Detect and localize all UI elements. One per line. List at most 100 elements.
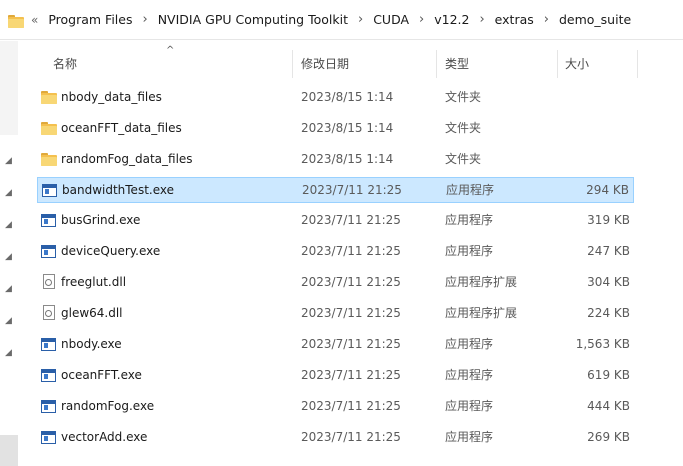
file-name: randomFog_data_files: [61, 152, 193, 166]
file-name: freeglut.dll: [61, 275, 127, 289]
file-type: 应用程序扩展: [445, 275, 518, 289]
exe-icon: [41, 243, 57, 259]
file-type: 应用程序: [445, 244, 494, 258]
file-date: 2023/7/11 21:25: [301, 430, 401, 444]
pin-icon[interactable]: ◢: [5, 157, 14, 166]
file-size: 444 KB: [587, 399, 630, 413]
file-date: 2023/8/15 1:14: [301, 121, 394, 135]
navigation-pane[interactable]: ◢ ◢ ◢ ◢ ◢ ◢ ◢: [0, 41, 18, 466]
exe-icon: [41, 367, 57, 383]
pin-icon[interactable]: ◢: [5, 189, 14, 198]
pin-icon[interactable]: ◢: [5, 285, 14, 294]
exe-icon: [41, 398, 57, 414]
file-type: 应用程序: [445, 368, 494, 382]
column-divider[interactable]: [436, 50, 437, 78]
folder-icon: [41, 89, 57, 105]
file-type: 应用程序: [446, 183, 495, 197]
exe-icon: [42, 182, 58, 198]
pin-icon[interactable]: ◢: [5, 253, 14, 262]
file-date: 2023/7/11 21:25: [301, 399, 401, 413]
file-size: 224 KB: [587, 306, 630, 320]
sort-ascending-icon: ^: [166, 45, 175, 56]
file-size: 619 KB: [587, 368, 630, 382]
file-type: 应用程序: [445, 399, 494, 413]
file-row[interactable]: randomFog_data_files 2023/8/15 1:14 文件夹: [37, 147, 634, 171]
exe-icon: [41, 212, 57, 228]
column-header-size[interactable]: 大小: [565, 50, 589, 76]
file-row[interactable]: deviceQuery.exe 2023/7/11 21:25 应用程序 247…: [37, 239, 634, 263]
folder-icon: [8, 13, 24, 28]
file-name: busGrind.exe: [61, 213, 141, 227]
file-row-selected[interactable]: bandwidthTest.exe 2023/7/11 21:25 应用程序 2…: [37, 177, 634, 203]
breadcrumb-item-demo-suite[interactable]: demo_suite: [559, 12, 631, 27]
file-type: 应用程序: [445, 430, 494, 444]
chevron-right-icon[interactable]: ›: [419, 12, 424, 27]
file-name: nbody_data_files: [61, 90, 162, 104]
file-size: 269 KB: [587, 430, 630, 444]
breadcrumb-item-v12-2[interactable]: v12.2: [434, 12, 469, 27]
breadcrumb-item-program-files[interactable]: Program Files: [48, 12, 132, 27]
file-size: 1,563 KB: [575, 337, 630, 351]
pin-icon[interactable]: ◢: [5, 221, 14, 230]
breadcrumb-overflow-button[interactable]: «: [31, 13, 38, 27]
file-date: 2023/7/11 21:25: [301, 368, 401, 382]
file-type: 文件夹: [445, 90, 482, 104]
pin-icon[interactable]: ◢: [5, 317, 14, 326]
column-header-name[interactable]: 名称: [53, 50, 77, 76]
file-date: 2023/7/11 21:25: [301, 275, 401, 289]
file-size: 247 KB: [587, 244, 630, 258]
file-row[interactable]: oceanFFT.exe 2023/7/11 21:25 应用程序 619 KB: [37, 363, 634, 387]
folder-icon: [41, 120, 57, 136]
file-row[interactable]: nbody_data_files 2023/8/15 1:14 文件夹: [37, 85, 634, 109]
pin-icon[interactable]: ◢: [5, 349, 14, 358]
column-divider[interactable]: [292, 50, 293, 78]
file-type: 文件夹: [445, 121, 482, 135]
file-type: 应用程序: [445, 337, 494, 351]
file-date: 2023/8/15 1:14: [301, 152, 394, 166]
file-row[interactable]: glew64.dll 2023/7/11 21:25 应用程序扩展 224 KB: [37, 301, 634, 325]
file-name: glew64.dll: [61, 306, 123, 320]
file-row[interactable]: busGrind.exe 2023/7/11 21:25 应用程序 319 KB: [37, 208, 634, 232]
breadcrumb-item-extras[interactable]: extras: [495, 12, 534, 27]
file-date: 2023/7/11 21:25: [302, 183, 402, 197]
file-type: 应用程序扩展: [445, 306, 518, 320]
breadcrumb-item-cuda[interactable]: CUDA: [373, 12, 409, 27]
file-date: 2023/8/15 1:14: [301, 90, 394, 104]
file-date: 2023/7/11 21:25: [301, 306, 401, 320]
chevron-right-icon[interactable]: ›: [143, 12, 148, 27]
file-type: 文件夹: [445, 152, 482, 166]
dll-icon: [41, 274, 57, 290]
file-row[interactable]: randomFog.exe 2023/7/11 21:25 应用程序 444 K…: [37, 394, 634, 418]
file-name: oceanFFT.exe: [61, 368, 142, 382]
file-name: bandwidthTest.exe: [62, 183, 175, 197]
chevron-right-icon[interactable]: ›: [479, 12, 484, 27]
file-name: vectorAdd.exe: [61, 430, 148, 444]
exe-icon: [41, 429, 57, 445]
chevron-right-icon[interactable]: ›: [544, 12, 549, 27]
navigation-pane-scroll[interactable]: [0, 435, 18, 466]
file-row[interactable]: vectorAdd.exe 2023/7/11 21:25 应用程序 269 K…: [37, 425, 634, 449]
file-row[interactable]: freeglut.dll 2023/7/11 21:25 应用程序扩展 304 …: [37, 270, 634, 294]
file-size: 294 KB: [586, 183, 629, 197]
file-name: deviceQuery.exe: [61, 244, 161, 258]
file-type: 应用程序: [445, 213, 494, 227]
chevron-right-icon[interactable]: ›: [358, 12, 363, 27]
column-divider[interactable]: [637, 50, 638, 78]
file-row[interactable]: nbody.exe 2023/7/11 21:25 应用程序 1,563 KB: [37, 332, 634, 356]
exe-icon: [41, 336, 57, 352]
file-name: oceanFFT_data_files: [61, 121, 182, 135]
file-size: 304 KB: [587, 275, 630, 289]
file-date: 2023/7/11 21:25: [301, 337, 401, 351]
column-header-type[interactable]: 类型: [445, 50, 469, 76]
file-size: 319 KB: [587, 213, 630, 227]
breadcrumb-item-nvidia-toolkit[interactable]: NVIDIA GPU Computing Toolkit: [158, 12, 348, 27]
folder-icon: [41, 151, 57, 167]
column-header-date[interactable]: 修改日期: [301, 50, 349, 76]
file-row[interactable]: oceanFFT_data_files 2023/8/15 1:14 文件夹: [37, 116, 634, 140]
file-date: 2023/7/11 21:25: [301, 244, 401, 258]
address-bar[interactable]: « Program Files › NVIDIA GPU Computing T…: [0, 0, 683, 40]
column-divider[interactable]: [557, 50, 558, 78]
file-name: nbody.exe: [61, 337, 122, 351]
breadcrumb: Program Files › NVIDIA GPU Computing Too…: [48, 12, 631, 27]
navigation-pane-top: [0, 41, 18, 135]
